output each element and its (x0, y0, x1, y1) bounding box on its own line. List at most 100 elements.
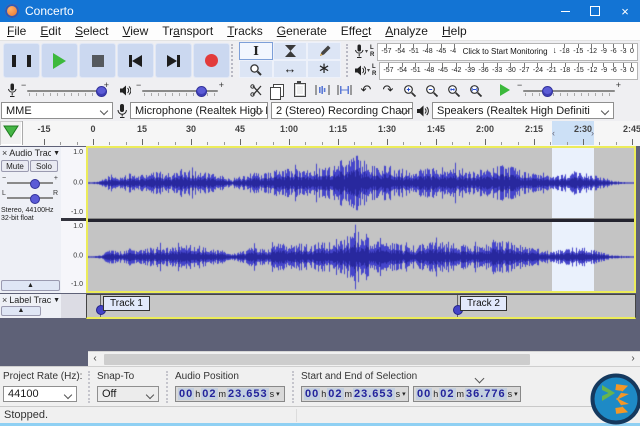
recording-device-select[interactable]: Microphone (Realtek High Defini (130, 102, 268, 119)
playback-volume-slider[interactable]: −+ (136, 82, 224, 98)
selection-range-label[interactable]: Start and End of Selection (301, 371, 417, 382)
pause-button[interactable] (3, 43, 40, 78)
scroll-right-arrow[interactable]: › (626, 352, 640, 366)
minimize-button[interactable] (550, 0, 580, 22)
collapse-track-button[interactable]: ▲ (1, 306, 41, 316)
cut-button[interactable] (246, 81, 266, 99)
record-button[interactable] (193, 43, 230, 78)
fit-selection-button[interactable] (444, 81, 464, 99)
selection-end-field[interactable]: 00h02m36.776s▾ (413, 386, 521, 402)
scrollbar-thumb[interactable] (104, 354, 530, 365)
meter-scale-label: -45 (438, 63, 448, 79)
vertical-ruler-right-channel[interactable]: 1.00.0-1.0 (61, 221, 86, 290)
close-track-icon[interactable]: × (2, 295, 7, 305)
selection-start-field[interactable]: 00h02m23.653s▾ (301, 386, 409, 402)
silence-audio-button[interactable] (334, 81, 354, 99)
slider-thumb[interactable] (30, 179, 40, 189)
slider-thumb[interactable] (542, 86, 553, 97)
playback-meter[interactable]: ▾ LR -57-54-51-48-45-42-39-36-33-30-27-2… (354, 61, 640, 80)
menu-generate[interactable]: Generate (270, 22, 334, 40)
horizontal-scrollbar[interactable]: ‹ › (88, 351, 640, 366)
menu-view[interactable]: View (115, 22, 155, 40)
monitoring-overlay[interactable]: Click to Start Monitoring (456, 44, 554, 60)
playback-meter-scale[interactable]: -57-54-51-48-45-42-39-36-33-30-27-24-21-… (379, 62, 638, 80)
paste-button[interactable] (290, 81, 310, 99)
zoom-tool-button[interactable] (239, 60, 273, 78)
track-format-info: Stereo, 44100Hz32-bit float (1, 207, 54, 223)
play-button[interactable] (41, 43, 78, 78)
slider-thumb[interactable] (30, 194, 40, 204)
menu-effect[interactable]: Effect (334, 22, 378, 40)
play-speed-slider[interactable]: −+ (517, 82, 621, 98)
menu-transport[interactable]: Transport (155, 22, 220, 40)
label-box[interactable]: Track 2 (460, 296, 507, 311)
skip-to-end-button[interactable] (155, 43, 192, 78)
mute-button[interactable]: Mute (1, 160, 29, 172)
meter-dropdown-icon: ▾ (365, 48, 368, 55)
audio-position-field[interactable]: 00h02m23.653s▾ (175, 386, 285, 402)
vertical-ruler-left-channel[interactable]: 1.00.0-1.0 (61, 147, 86, 218)
playback-device-select[interactable]: Speakers (Realtek High Definiti (432, 102, 614, 119)
undo-button[interactable]: ↶ (356, 81, 376, 99)
chevron-down-icon[interactable] (475, 374, 485, 384)
toolbar-gripper[interactable] (346, 44, 353, 77)
menu-help[interactable]: Help (435, 22, 474, 40)
slider-thumb[interactable] (196, 86, 207, 97)
stop-button[interactable] (79, 43, 116, 78)
timeline-ruler[interactable]: ‹› -1501530451:001:151:301:452:002:152:3… (0, 121, 640, 147)
collapse-track-button[interactable]: ▲ (1, 280, 60, 291)
pan-slider[interactable]: LR (2, 190, 58, 204)
zoom-out-button[interactable] (422, 81, 442, 99)
close-track-icon[interactable]: × (2, 148, 7, 158)
scroll-left-arrow[interactable]: ‹ (88, 352, 102, 366)
waveform-right-channel[interactable] (88, 222, 634, 292)
skip-to-start-button[interactable] (117, 43, 154, 78)
track-menu-icon[interactable]: ▼ (53, 150, 60, 157)
menu-analyze[interactable]: Analyze (378, 22, 435, 40)
project-rate-select[interactable]: 44100 (3, 386, 77, 402)
solo-button[interactable]: Solo (30, 160, 58, 172)
waveform-display[interactable] (86, 146, 636, 293)
label-track-display[interactable]: Track 1 Track 2 (86, 294, 636, 319)
menu-file[interactable]: File (0, 22, 33, 40)
zoom-in-button[interactable] (400, 81, 420, 99)
meter-scale-label: -48 (422, 44, 432, 60)
waveform-left-channel[interactable] (88, 148, 634, 218)
recording-channels-select[interactable]: 2 (Stereo) Recording Channels (271, 102, 413, 119)
envelope-tool-button[interactable] (273, 42, 307, 60)
audio-track-title[interactable]: Audio Track (9, 148, 51, 158)
window-title: Concerto (25, 4, 74, 18)
toolbar-gripper[interactable] (231, 44, 238, 77)
label-box[interactable]: Track 1 (103, 296, 150, 311)
label-track-panel[interactable]: ×Label Track▼ ▲ (0, 294, 62, 318)
snap-to-select[interactable]: Off (97, 386, 159, 402)
redo-button[interactable]: ↷ (378, 81, 398, 99)
audio-track-panel[interactable]: ×Audio Track▼ Mute Solo −+ LR Stereo, 44… (0, 147, 62, 293)
fit-project-button[interactable] (466, 81, 486, 99)
speaker-icon (416, 104, 429, 118)
vertical-ruler[interactable]: 1.00.0-1.0 1.00.0-1.0 (61, 147, 87, 293)
multi-tool-button[interactable]: ∗ (307, 60, 341, 78)
snap-to-value: Off (102, 388, 116, 400)
close-button[interactable]: × (610, 0, 640, 22)
slider-thumb[interactable] (96, 86, 107, 97)
menu-edit[interactable]: Edit (33, 22, 68, 40)
recording-meter-scale[interactable]: Click to Start Monitoring -57-54-51-48-4… (377, 43, 638, 61)
selection-tool-button[interactable]: I (239, 42, 273, 60)
scissors-icon (250, 84, 263, 97)
maximize-button[interactable] (580, 0, 610, 22)
menu-tracks[interactable]: Tracks (220, 22, 270, 40)
menu-select[interactable]: Select (68, 22, 115, 40)
meter-scale-label: -24 (533, 63, 543, 79)
play-at-speed-button[interactable] (497, 82, 513, 98)
audio-host-select[interactable]: MME (1, 102, 113, 119)
copy-button[interactable] (268, 81, 288, 99)
recording-volume-slider[interactable]: −+ (21, 82, 109, 98)
time-shift-tool-button[interactable]: ↔ (273, 60, 307, 78)
recording-meter[interactable]: ▾ LR Click to Start Monitoring -57-54-51… (354, 42, 640, 61)
label-track-title[interactable]: Label Track (9, 295, 51, 305)
track-menu-icon[interactable]: ▼ (53, 297, 60, 304)
draw-tool-button[interactable] (307, 42, 341, 60)
gain-slider[interactable]: −+ (2, 175, 58, 189)
trim-audio-button[interactable] (312, 81, 332, 99)
